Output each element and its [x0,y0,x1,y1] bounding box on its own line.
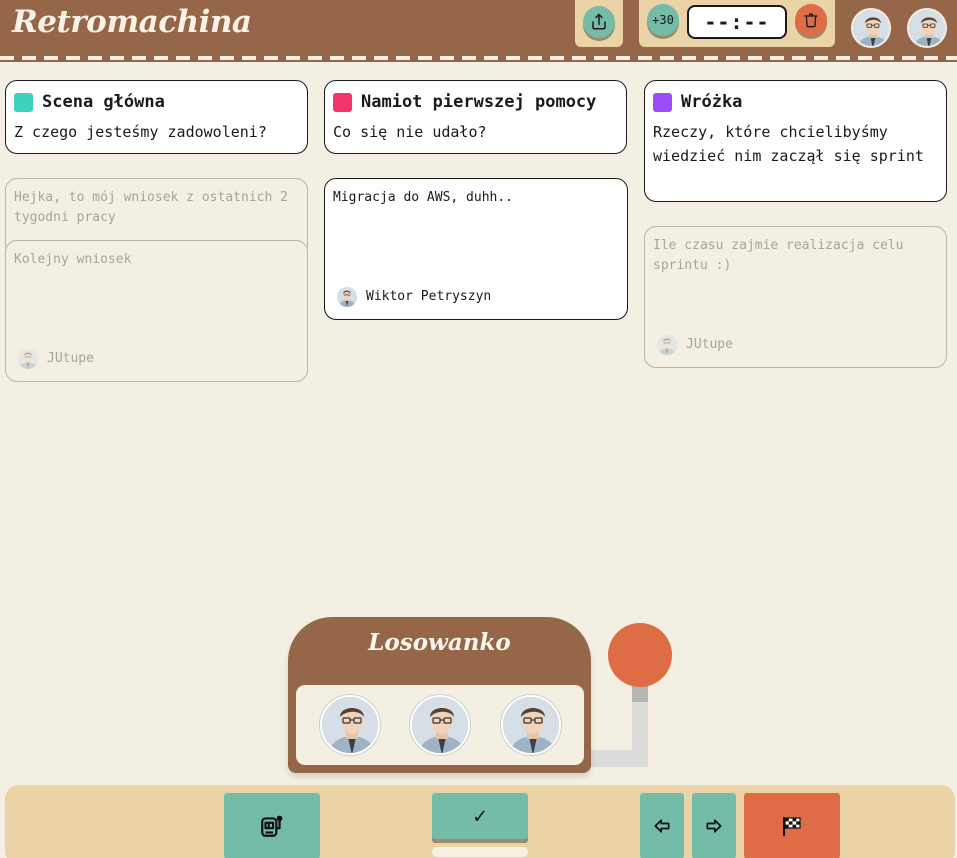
column-color-swatch [14,92,33,112]
reset-timer-button[interactable] [795,4,827,36]
lever-stick [632,686,648,767]
slot-machine-reels [296,685,584,765]
column-subtitle: Z czego jesteśmy zadowoleni? [14,123,267,141]
next-step-button[interactable] [692,793,736,858]
author-name: Wiktor Petryszyn [366,289,492,304]
share-icon [592,13,606,30]
card-text: Ile czasu zajmie realizacja celu sprintu… [653,238,904,273]
card-text: Hejka, to mój wniosek z ostatnich 2 tygo… [14,190,288,225]
bottom-toolbar: ✓ [5,785,955,858]
reel-avatar [501,695,561,755]
author-avatar [337,287,357,307]
previous-step-button[interactable] [640,793,684,858]
column-title: Scena główna [42,92,165,112]
trash-icon [804,13,818,28]
column-color-swatch [653,92,672,112]
card-author: JUtupe [18,349,94,369]
timer-display[interactable]: --:-- [687,5,787,39]
finish-retro-button[interactable] [744,793,840,858]
retro-card[interactable]: Kolejny wniosek JUtupe [5,240,308,382]
author-avatar [18,349,38,369]
lever-knob[interactable] [608,623,672,687]
slot-machine-title: Losowanko [368,629,511,656]
column-header-fortune-teller: Wróżka Rzeczy, które chcielibyśmy wiedzi… [644,80,947,202]
add-30-seconds-button[interactable]: +30 [647,4,679,36]
user-avatar[interactable] [851,8,891,48]
user-avatar[interactable] [907,8,947,48]
card-text: Kolejny wniosek [14,252,132,267]
ready-button[interactable]: ✓ [432,793,528,839]
top-bar: Retromachina +30 --:-- [0,0,957,62]
column-header-main-stage: Scena główna Z czego jesteśmy zadowoleni… [5,80,308,154]
author-name: JUtupe [686,337,733,352]
column-color-swatch [333,92,352,112]
column-title: Wróżka [681,92,743,112]
column-header-first-aid-tent: Namiot pierwszej pomocy Co się nie udało… [324,80,627,154]
timer-panel: +30 --:-- [639,0,835,47]
card-text: Migracja do AWS, duhh.. [333,190,514,205]
column-subtitle: Co się nie udało? [333,123,487,141]
ready-progress-bar [432,847,528,857]
author-avatar [657,335,677,355]
reel-avatar [320,695,380,755]
retro-card[interactable]: Ile czasu zajmie realizacja celu sprintu… [644,226,947,368]
arrow-right-icon [706,819,722,833]
arrow-left-icon [654,819,670,833]
author-name: JUtupe [47,351,94,366]
share-panel [575,0,623,47]
slot-machine-icon [261,815,283,837]
card-author: Wiktor Petryszyn [337,287,491,307]
retro-card[interactable]: Migracja do AWS, duhh.. Wiktor Petryszyn [324,178,628,320]
reel-avatar [410,695,470,755]
share-button[interactable] [583,6,615,38]
column-title: Namiot pierwszej pomocy [361,92,597,112]
app-logo: Retromachina [12,4,252,40]
slot-machine-button[interactable] [224,793,320,858]
slot-machine: Losowanko [288,617,591,773]
card-author: JUtupe [657,335,733,355]
column-subtitle: Rzeczy, które chcielibyśmy wiedzieć nim … [653,123,924,165]
checkered-flag-icon [783,817,801,836]
